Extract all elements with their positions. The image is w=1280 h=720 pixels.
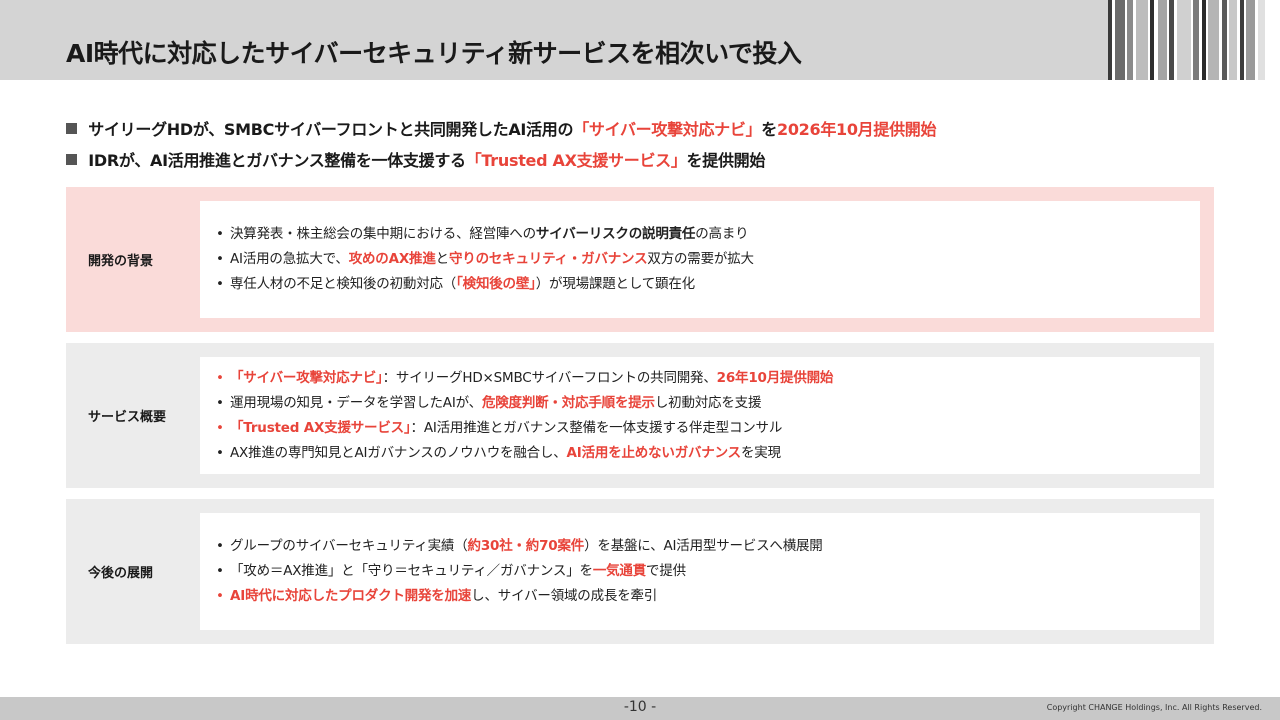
stripe — [1246, 0, 1255, 80]
highlight-text: 危険度判断・対応手順を提示 — [481, 394, 655, 411]
square-bullet-icon — [66, 154, 77, 165]
item-text: で提供 — [646, 563, 686, 579]
stripe — [1158, 0, 1167, 80]
item-text: AI活用の急拡大で、 — [230, 251, 349, 267]
section-background: 開発の背景 • 決算発表・株主総会の集中期における、経営陣へのサイバーリスクの説明… — [66, 187, 1214, 332]
item-text: と — [435, 251, 450, 267]
bullet-item: • AI時代に対応したプロダクト開発を加速し、サイバー領域の成長を牽引 — [216, 584, 1200, 609]
highlight-text: 「Trusted AX支援サービス」 — [230, 419, 411, 436]
stripe — [1177, 0, 1191, 80]
headline-1: サイリーグHDが、SMBCサイバーフロントと共同開発したAI活用の「サイバー攻撃… — [66, 116, 936, 140]
item-text: ）が現場課題として顕在化 — [535, 276, 695, 292]
bullet-item: • 「サイバー攻撃対応ナビ」：サイリーグHD×SMBCサイバーフロントの共同開発、… — [216, 366, 1200, 391]
item-text: を実現 — [740, 444, 781, 461]
headline-text: IDRが、AI活用推進とガバナンス整備を一体支援する — [88, 151, 466, 170]
copyright-text: Copyright CHANGE Holdings, Inc. All Righ… — [1046, 703, 1262, 712]
bullet-item: • AI活用の急拡大で、攻めのAX推進と守りのセキュリティ・ガバナンス双方の需要が… — [216, 247, 1200, 272]
bullet-dot-icon: • — [216, 251, 224, 267]
bullet-dot-icon: • — [216, 369, 224, 386]
section-content: • グループのサイバーセキュリティ実績（約30社・約70案件）を基盤に、AI活用型… — [200, 513, 1200, 630]
bullet-item: • AX推進の専門知見とAIガバナンスのノウハウを融合し、AI活用を止めないガバナ… — [216, 441, 1200, 466]
section-label: 開発の背景 — [88, 254, 154, 269]
stripe — [1229, 0, 1237, 80]
section-future-plan: 今後の展開 • グループのサイバーセキュリティ実績（約30社・約70案件）を基盤に… — [66, 499, 1214, 644]
highlight-text: 「サイバー攻撃対応ナビ」 — [230, 369, 383, 386]
highlight-text: 一気通貫 — [592, 563, 647, 579]
emphasis-text: サイバーリスクの説明責任 — [535, 226, 696, 242]
item-text: AX推進の専門知見とAIガバナンスのノウハウを融合し、 — [230, 444, 567, 461]
item-text: 専任人材の不足と検知後の初動対応（ — [230, 276, 457, 292]
bullet-dot-icon: • — [216, 588, 224, 604]
item-text: し初動対応を支援 — [654, 394, 762, 411]
highlight-text: 「Trusted AX支援サービス」 — [465, 151, 687, 170]
bullet-dot-icon: • — [216, 563, 224, 579]
section-label: サービス概要 — [88, 410, 167, 425]
headline-2: IDRが、AI活用推進とガバナンス整備を一体支援する「Trusted AX支援サ… — [66, 147, 765, 171]
item-text: ：AI活用推進とガバナンス整備を一体支援する伴走型コンサル — [410, 419, 783, 436]
highlight-text: AI時代に対応したプロダクト開発を加速 — [230, 588, 472, 604]
item-text: 運用現場の知見・データを学習したAIが、 — [230, 394, 482, 411]
highlight-text: 攻めのAX推進 — [348, 251, 436, 267]
bullet-dot-icon: • — [216, 538, 224, 554]
stripe — [1208, 0, 1219, 80]
bullet-item: • 「攻め＝AX推進」と「守り＝セキュリティ／ガバナンス」を一気通貫で提供 — [216, 559, 1200, 584]
bullet-item: • 運用現場の知見・データを学習したAIが、危険度判断・対応手順を提示し初動対応を… — [216, 391, 1200, 416]
item-text: 決算発表・株主総会の集中期における、経営陣への — [230, 226, 536, 242]
square-bullet-icon — [66, 123, 77, 134]
section-content: • 決算発表・株主総会の集中期における、経営陣へのサイバーリスクの説明責任の高まり… — [200, 201, 1200, 318]
highlight-text: 守りのセキュリティ・ガバナンス — [448, 251, 648, 267]
item-text: ：サイリーグHD×SMBCサイバーフロントの共同開発、 — [382, 369, 717, 386]
bullet-dot-icon: • — [216, 394, 224, 411]
stripe — [1115, 0, 1125, 80]
section-content: • 「サイバー攻撃対応ナビ」：サイリーグHD×SMBCサイバーフロントの共同開発、… — [200, 357, 1200, 474]
headline-text: サイリーグHDが、SMBCサイバーフロントと共同開発したAI活用の — [88, 120, 574, 139]
stripe — [1258, 0, 1265, 80]
item-text: 双方の需要が拡大 — [647, 251, 754, 267]
section-label: 今後の展開 — [88, 566, 154, 581]
bullet-item: • 決算発表・株主総会の集中期における、経営陣へのサイバーリスクの説明責任の高まり — [216, 222, 1200, 247]
highlight-text: 26年10月提供開始 — [716, 369, 834, 386]
bullet-dot-icon: • — [216, 419, 224, 436]
highlight-text: 2026年10月提供開始 — [776, 120, 937, 139]
stripe — [1136, 0, 1148, 80]
highlight-text: 「サイバー攻撃対応ナビ」 — [573, 120, 762, 139]
header-bar: AI時代に対応したサイバーセキュリティ新サービスを相次いで投入 — [0, 0, 1280, 80]
item-text: の高まり — [695, 226, 749, 242]
highlight-text: AI活用を止めないガバナンス — [566, 444, 742, 461]
bullet-item: • 専任人材の不足と検知後の初動対応（「検知後の壁」）が現場課題として顕在化 — [216, 272, 1200, 297]
headline-text: を — [761, 120, 777, 139]
highlight-text: 「検知後の壁」 — [456, 276, 536, 292]
headline-text: を提供開始 — [686, 151, 766, 170]
decorative-stripes — [1108, 0, 1280, 80]
highlight-text: 約30社・約70案件 — [467, 538, 585, 554]
section-service-overview: サービス概要 • 「サイバー攻撃対応ナビ」：サイリーグHD×SMBCサイバーフロン… — [66, 343, 1214, 488]
item-text: 「攻め＝AX推進」と「守り＝セキュリティ／ガバナンス」を — [230, 563, 593, 579]
bullet-dot-icon: • — [216, 276, 224, 292]
bullet-dot-icon: • — [216, 226, 224, 242]
bullet-item: • グループのサイバーセキュリティ実績（約30社・約70案件）を基盤に、AI活用型… — [216, 534, 1200, 559]
page-title: AI時代に対応したサイバーセキュリティ新サービスを相次いで投入 — [66, 39, 802, 68]
bullet-item: • 「Trusted AX支援サービス」：AI活用推進とガバナンス整備を一体支援す… — [216, 416, 1200, 441]
item-text: し、サイバー領域の成長を牽引 — [471, 588, 658, 604]
bullet-dot-icon: • — [216, 444, 224, 461]
item-text: グループのサイバーセキュリティ実績（ — [230, 538, 468, 554]
footer-bar: -10 - Copyright CHANGE Holdings, Inc. Al… — [0, 697, 1280, 720]
item-text: ）を基盤に、AI活用型サービスへ横展開 — [584, 538, 823, 554]
